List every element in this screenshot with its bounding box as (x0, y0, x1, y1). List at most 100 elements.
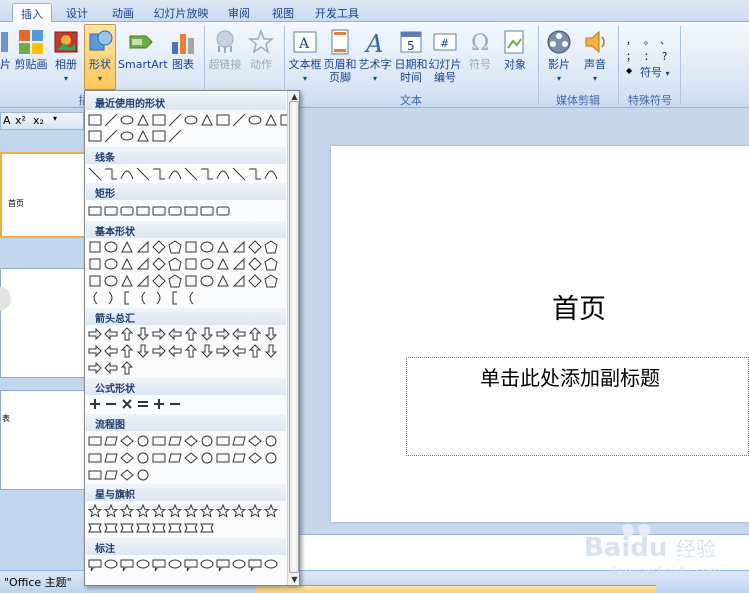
wordart-button[interactable]: A 艺术字 ▾ (358, 28, 392, 85)
recent-shape-icon[interactable] (88, 113, 102, 127)
recent-shape-icon[interactable] (168, 129, 182, 143)
basic-shape-icon[interactable] (264, 257, 278, 271)
flow-shape-icon[interactable] (120, 434, 134, 448)
rect-shape-icon[interactable] (104, 204, 118, 218)
arrow-shape-icon[interactable] (248, 344, 262, 358)
rect-shape-icon[interactable] (184, 204, 198, 218)
basic-shape-icon[interactable] (200, 274, 214, 288)
special-symbols-gallery[interactable]: ， 。 、 ； ： ？ ◆ 符号 ▾ (626, 28, 676, 88)
recent-shape-icon[interactable] (104, 113, 118, 127)
recent-shape-icon[interactable] (152, 113, 166, 127)
flow-shape-icon[interactable] (216, 434, 230, 448)
arrow-shape-icon[interactable] (168, 344, 182, 358)
flow-shape-icon[interactable] (264, 451, 278, 465)
line-shape-icon[interactable] (216, 167, 230, 181)
basic-shape-icon[interactable] (216, 257, 230, 271)
basic-shape-icon[interactable] (232, 257, 246, 271)
eq-shape-icon[interactable] (104, 397, 118, 411)
rect-shape-icon[interactable] (200, 204, 214, 218)
slide-number-button[interactable]: # 幻灯片 编号 (428, 28, 462, 84)
basic-shape-icon[interactable] (248, 257, 262, 271)
recent-shape-icon[interactable] (216, 113, 230, 127)
header-footer-button[interactable]: 页眉和 页脚 (323, 28, 357, 84)
eq-shape-icon[interactable] (88, 397, 102, 411)
bracket-shape-icon[interactable] (136, 291, 150, 305)
symbol-colon[interactable]: ： (644, 48, 654, 63)
superscript-button[interactable]: x² (15, 114, 26, 127)
symbol-diamond[interactable]: ◆ (626, 66, 632, 75)
basic-shape-icon[interactable] (104, 274, 118, 288)
banner-shape-icon[interactable] (136, 521, 150, 535)
basic-shape-icon[interactable] (168, 257, 182, 271)
picture-button-partial[interactable]: 片 (0, 28, 11, 71)
scrollbar-thumb[interactable] (289, 101, 299, 573)
recent-shape-icon[interactable] (120, 129, 134, 143)
rect-shape-icon[interactable] (136, 204, 150, 218)
arrow-shape-icon[interactable] (200, 344, 214, 358)
line-shape-icon[interactable] (264, 167, 278, 181)
basic-shape-icon[interactable] (152, 274, 166, 288)
recent-shape-icon[interactable] (104, 129, 118, 143)
basic-shape-icon[interactable] (152, 257, 166, 271)
arrow-shape-icon[interactable] (152, 327, 166, 341)
tab-developer[interactable]: 开发工具 (314, 3, 360, 22)
banner-shape-icon[interactable] (168, 521, 182, 535)
recent-shape-icon[interactable] (136, 129, 150, 143)
clipart-button[interactable]: 剪贴画 (14, 28, 48, 71)
banner-shape-icon[interactable] (104, 521, 118, 535)
recent-shape-icon[interactable] (120, 113, 134, 127)
flow-shape-icon[interactable] (136, 451, 150, 465)
movie-button[interactable]: 影片 ▾ (542, 28, 576, 85)
arrow-shape-icon[interactable] (120, 344, 134, 358)
object-button[interactable]: 对象 (498, 28, 532, 71)
arrow-shape-icon[interactable] (200, 327, 214, 341)
line-shape-icon[interactable] (168, 167, 182, 181)
line-shape-icon[interactable] (104, 167, 118, 181)
arrow-shape-icon[interactable] (232, 344, 246, 358)
flow-shape-icon[interactable] (152, 451, 166, 465)
font-color-icon[interactable]: A (3, 114, 11, 127)
arrow-shape-icon[interactable] (136, 344, 150, 358)
slide-canvas[interactable] (331, 146, 749, 522)
basic-shape-icon[interactable] (136, 240, 150, 254)
flow-shape-icon[interactable] (248, 451, 262, 465)
recent-shape-icon[interactable] (232, 113, 246, 127)
flow-shape-icon[interactable] (232, 451, 246, 465)
rect-shape-icon[interactable] (120, 204, 134, 218)
line-shape-icon[interactable] (200, 167, 214, 181)
recent-shape-icon[interactable] (88, 129, 102, 143)
arrow-shape-icon[interactable] (104, 344, 118, 358)
symbol-semicolon[interactable]: ； (626, 48, 636, 63)
basic-shape-icon[interactable] (264, 240, 278, 254)
bracket-shape-icon[interactable] (120, 291, 134, 305)
flow-shape-icon[interactable] (136, 434, 150, 448)
special-symbol-button[interactable]: 符号 ▾ (640, 64, 670, 80)
basic-shape-icon[interactable] (200, 240, 214, 254)
callout-shape-icon[interactable] (200, 558, 214, 572)
star-shape-icon[interactable] (104, 504, 118, 518)
photo-album-button[interactable]: 相册 ▾ (50, 28, 82, 85)
star-shape-icon[interactable] (168, 504, 182, 518)
callout-shape-icon[interactable] (152, 558, 166, 572)
recent-shape-icon[interactable] (136, 113, 150, 127)
hyperlink-button[interactable]: 超链接 (208, 28, 242, 71)
star-shape-icon[interactable] (152, 504, 166, 518)
line-shape-icon[interactable] (184, 167, 198, 181)
arrow-shape-icon[interactable] (120, 327, 134, 341)
basic-shape-icon[interactable] (200, 257, 214, 271)
arrow-shape-icon[interactable] (88, 344, 102, 358)
basic-shape-icon[interactable] (120, 257, 134, 271)
line-shape-icon[interactable] (152, 167, 166, 181)
flow-shape-icon[interactable] (200, 434, 214, 448)
arrow-shape-icon[interactable] (168, 327, 182, 341)
eq-shape-icon[interactable] (136, 397, 150, 411)
basic-shape-icon[interactable] (184, 257, 198, 271)
slide-title[interactable]: 首页 (552, 287, 606, 326)
recent-shape-icon[interactable] (248, 113, 262, 127)
rect-shape-icon[interactable] (168, 204, 182, 218)
chart-button[interactable]: 图表 (168, 28, 198, 71)
flow-shape-icon[interactable] (88, 468, 102, 482)
line-shape-icon[interactable] (120, 167, 134, 181)
callout-shape-icon[interactable] (168, 558, 182, 572)
flow-shape-icon[interactable] (88, 434, 102, 448)
